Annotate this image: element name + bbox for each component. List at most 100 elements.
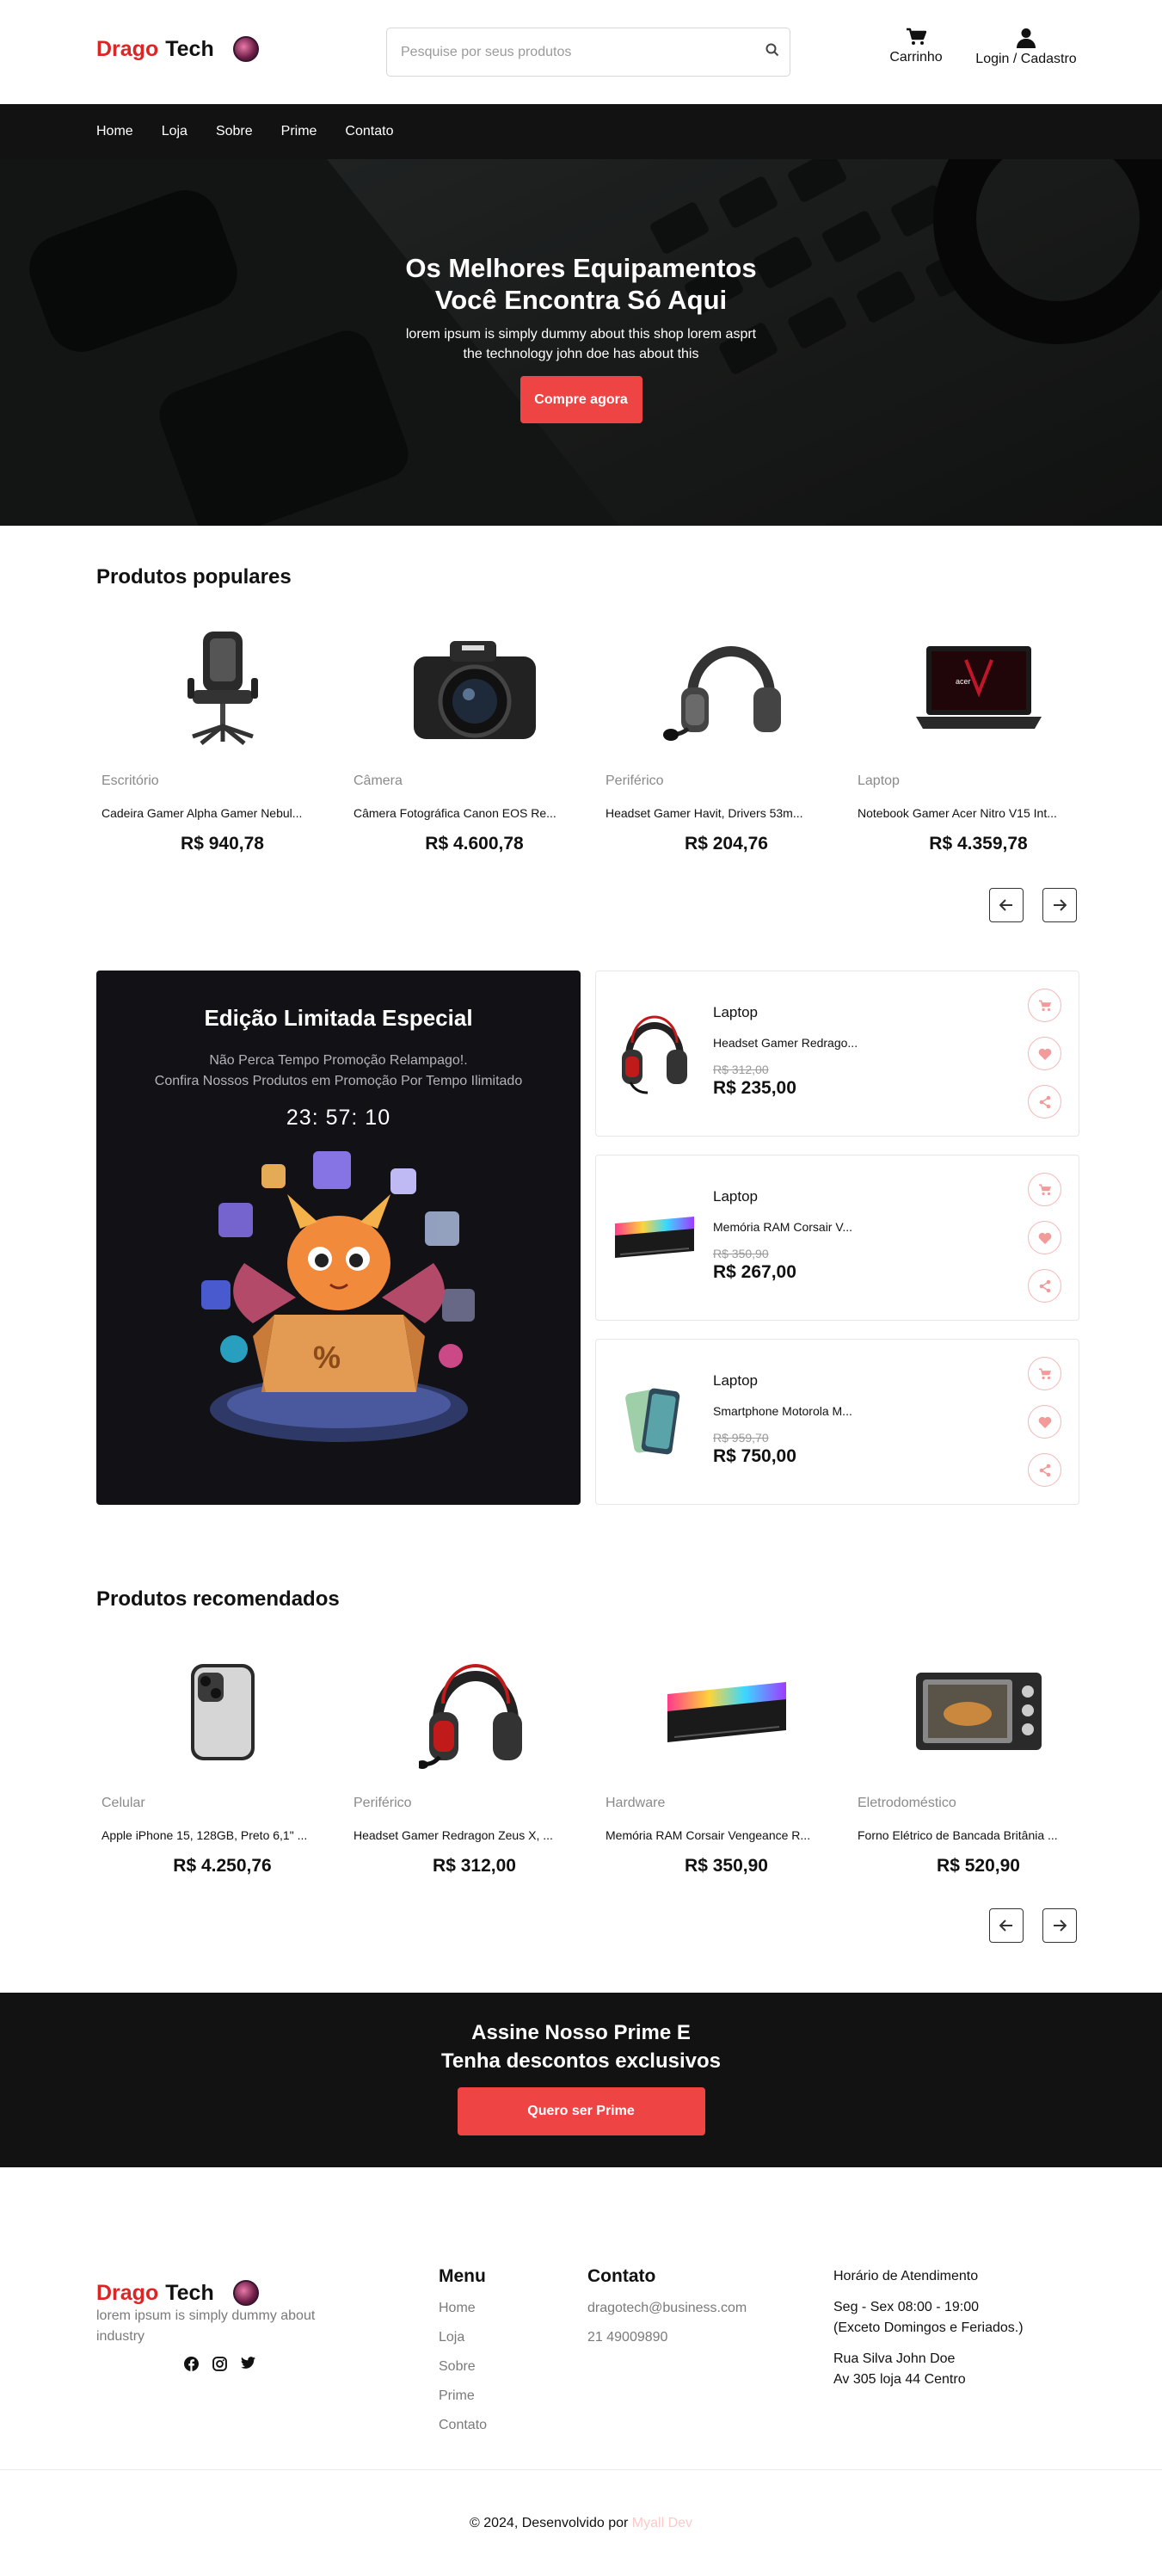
favorite-button[interactable] — [1028, 1037, 1061, 1070]
nav-item-prime[interactable]: Prime — [281, 124, 317, 139]
footer-link-prime[interactable]: Prime — [439, 2388, 487, 2404]
share-button[interactable] — [1028, 1453, 1061, 1487]
product-card[interactable]: Câmera Câmera Fotográfica Canon EOS Re..… — [348, 626, 600, 854]
product-name[interactable]: Câmera Fotográfica Canon EOS Re... — [354, 806, 600, 820]
product-old-price: R$ 350,90 — [713, 1247, 769, 1260]
product-name[interactable]: Headset Gamer Redragon Zeus X, ... — [354, 1828, 600, 1842]
footer-hours-title: Horário de Atendimento — [833, 2269, 979, 2283]
hero-cta-button[interactable]: Compre agora — [520, 376, 642, 423]
product-name[interactable]: Notebook Gamer Acer Nitro V15 Int... — [858, 806, 1104, 820]
dragon-illustration: % — [200, 1151, 475, 1442]
prime-title: Assine Nosso Prime E Tenha descontos exc… — [0, 2018, 1162, 2075]
share-icon — [1039, 1279, 1050, 1292]
product-name[interactable]: Memória RAM Corsair V... — [713, 1220, 852, 1234]
nav-item-loja[interactable]: Loja — [162, 124, 188, 139]
footer-address-line1: Rua Silva John Doe — [833, 2351, 956, 2366]
product-category: Eletrodoméstico — [858, 1796, 956, 1810]
product-card[interactable]: acer Laptop Notebook Gamer Acer Nitro V1… — [852, 626, 1104, 854]
flash-product-card[interactable]: Laptop Memória RAM Corsair V... R$ 350,9… — [595, 1155, 1079, 1321]
footer-phone[interactable]: 21 49009890 — [587, 2330, 747, 2345]
product-price: R$ 4.250,76 — [173, 1856, 272, 1876]
product-card[interactable]: Periférico Headset Gamer Havit, Drivers … — [600, 626, 852, 854]
brand-logo[interactable]: Drago Tech — [96, 36, 259, 62]
product-image — [612, 1190, 698, 1285]
svg-text:%: % — [313, 1340, 341, 1375]
iphone-icon — [190, 1664, 255, 1760]
favorite-button[interactable] — [1028, 1221, 1061, 1254]
product-price: R$ 4.359,78 — [929, 834, 1028, 854]
product-card[interactable]: Escritório Cadeira Gamer Alpha Gamer Neb… — [96, 626, 348, 854]
footer-link-home[interactable]: Home — [439, 2301, 487, 2316]
footer-link-contato[interactable]: Contato — [439, 2418, 487, 2433]
product-name[interactable]: Apple iPhone 15, 128GB, Preto 6,1" ... — [101, 1828, 348, 1842]
developer-link[interactable]: Myall Dev — [632, 2516, 692, 2530]
search-icon[interactable] — [765, 43, 779, 61]
twitter-icon[interactable] — [241, 2357, 255, 2370]
instagram-icon[interactable] — [212, 2357, 227, 2371]
prime-title-line1: Assine Nosso Prime E — [471, 2021, 691, 2044]
product-price: R$ 750,00 — [713, 1446, 796, 1466]
facebook-icon[interactable] — [184, 2357, 199, 2371]
promo-text-line2: Confira Nossos Produtos em Promoção Por … — [154, 1074, 523, 1088]
product-card[interactable]: Hardware Memória RAM Corsair Vengeance R… — [600, 1648, 852, 1877]
carousel-prev-button[interactable] — [989, 1908, 1024, 1943]
product-price: R$ 350,90 — [685, 1856, 768, 1876]
cart-button[interactable]: Carrinho — [886, 28, 946, 65]
smartphone-icon — [625, 1388, 680, 1455]
prime-title-line2: Tenha descontos exclusivos — [441, 2049, 721, 2073]
product-image — [852, 1648, 1104, 1777]
hero-banner: Os Melhores Equipamentos Você Encontra S… — [0, 159, 1162, 526]
hero-title-line2: Você Encontra Só Aqui — [434, 285, 728, 315]
heart-icon — [1038, 1416, 1051, 1428]
product-price: R$ 520,90 — [937, 1856, 1020, 1876]
share-button[interactable] — [1028, 1269, 1061, 1303]
nav-item-home[interactable]: Home — [96, 124, 133, 139]
search-input[interactable] — [387, 28, 765, 76]
product-name[interactable]: Headset Gamer Redrago... — [713, 1036, 858, 1050]
login-label: Login / Cadastro — [975, 52, 1077, 66]
favorite-button[interactable] — [1028, 1405, 1061, 1439]
product-card[interactable]: Periférico Headset Gamer Redragon Zeus X… — [348, 1648, 600, 1877]
footer-link-sobre[interactable]: Sobre — [439, 2359, 487, 2375]
product-card[interactable]: Celular Apple iPhone 15, 128GB, Preto 6,… — [96, 1648, 348, 1877]
product-name[interactable]: Headset Gamer Havit, Drivers 53m... — [606, 806, 852, 820]
add-to-cart-button[interactable] — [1028, 1357, 1061, 1390]
flash-product-card[interactable]: Laptop Smartphone Motorola M... R$ 959,7… — [595, 1339, 1079, 1505]
user-icon — [1017, 28, 1036, 48]
add-to-cart-button[interactable] — [1028, 989, 1061, 1022]
carousel-prev-button[interactable] — [989, 888, 1024, 922]
arrow-left-icon — [999, 899, 1012, 911]
flash-product-card[interactable]: Laptop Headset Gamer Redrago... R$ 312,0… — [595, 971, 1079, 1137]
product-category: Periférico — [354, 1796, 412, 1810]
hero-title: Os Melhores Equipamentos Você Encontra S… — [0, 252, 1162, 316]
arrow-left-icon — [999, 1920, 1012, 1932]
product-card[interactable]: Eletrodoméstico Forno Elétrico de Bancad… — [852, 1648, 1104, 1877]
product-category: Escritório — [101, 773, 159, 788]
product-name[interactable]: Forno Elétrico de Bancada Britânia ... — [858, 1828, 1104, 1842]
carousel-next-button[interactable] — [1042, 1908, 1077, 1943]
product-actions — [1028, 989, 1061, 1119]
product-name[interactable]: Cadeira Gamer Alpha Gamer Nebul... — [101, 806, 348, 820]
share-button[interactable] — [1028, 1085, 1061, 1119]
login-button[interactable]: Login / Cadastro — [970, 28, 1082, 67]
nav-item-sobre[interactable]: Sobre — [216, 124, 253, 139]
footer-link-loja[interactable]: Loja — [439, 2330, 487, 2345]
product-price: R$ 204,76 — [685, 834, 768, 854]
promo-text-line1: Não Perca Tempo Promoção Relampago!. — [209, 1053, 468, 1068]
red-headset-icon — [418, 1664, 522, 1769]
headset-icon — [662, 646, 781, 741]
product-price: R$ 940,78 — [181, 834, 264, 854]
product-name[interactable]: Memória RAM Corsair Vengeance R... — [606, 1828, 852, 1842]
red-headset-icon — [622, 1015, 687, 1094]
recommended-carousel-controls — [989, 1908, 1077, 1943]
hero-title-line1: Os Melhores Equipamentos — [405, 253, 757, 283]
carousel-next-button[interactable] — [1042, 888, 1077, 922]
prime-cta-button[interactable]: Quero ser Prime — [457, 2087, 705, 2135]
footer-email[interactable]: dragotech@business.com — [587, 2301, 747, 2316]
add-to-cart-button[interactable] — [1028, 1173, 1061, 1206]
product-price: R$ 312,00 — [433, 1856, 516, 1876]
nav-item-contato[interactable]: Contato — [345, 124, 393, 139]
footer-brand-logo[interactable]: Drago Tech — [96, 2280, 259, 2306]
share-icon — [1039, 1095, 1050, 1108]
product-name[interactable]: Smartphone Motorola M... — [713, 1404, 852, 1418]
